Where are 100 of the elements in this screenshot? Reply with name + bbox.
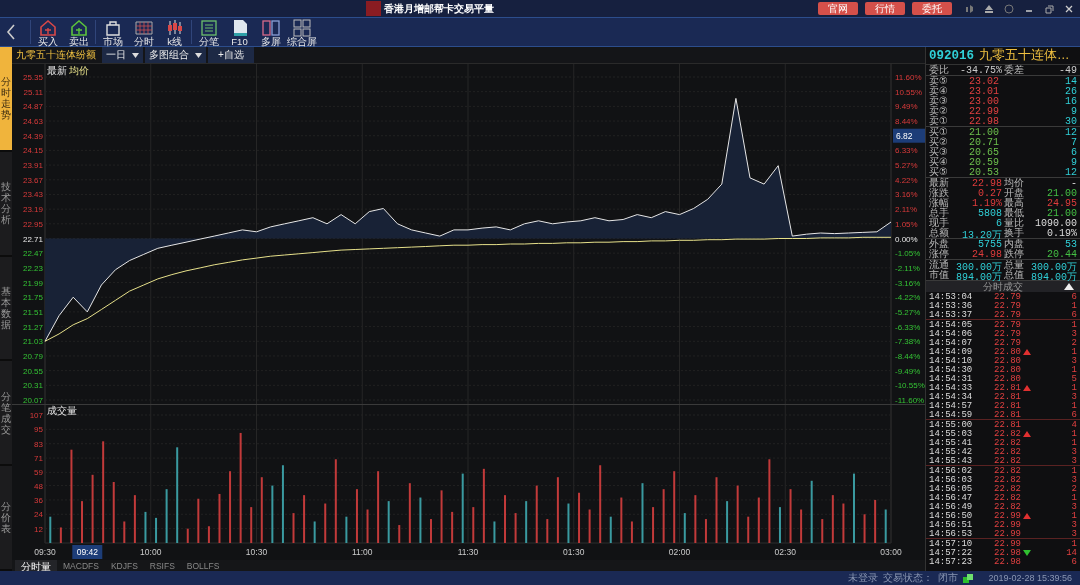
title-button[interactable]: 官网	[818, 2, 858, 15]
field-value: 0.19%	[1046, 228, 1077, 240]
caret-icon	[195, 52, 202, 58]
field-value: 1.19%	[971, 198, 1002, 209]
trade-price: 22.79	[993, 292, 1021, 302]
indicator-tab[interactable]: MACDFS	[57, 560, 105, 572]
datetime: 2019-02-28 15:39:56	[988, 573, 1072, 583]
trade-volume: 1	[1070, 429, 1077, 439]
indicator-tab[interactable]: KDJFS	[104, 560, 144, 572]
trade-time: 14:54:57	[929, 401, 974, 411]
volume-bar	[641, 483, 644, 543]
trade-time: 14:56:49	[929, 502, 974, 512]
toolbar-button[interactable]: 买入	[32, 17, 63, 47]
field-label: 涨幅	[929, 198, 950, 208]
volume-bar	[207, 526, 210, 543]
ask-price: 23.00	[968, 96, 999, 107]
trade-time: 14:53:37	[929, 310, 974, 320]
volume-axis-label: 36	[34, 495, 43, 505]
toolbar-button[interactable]: F10	[224, 17, 255, 47]
toolbar-button[interactable]: 综合屏	[286, 17, 317, 47]
indicator-tab[interactable]: 分时量	[15, 560, 57, 572]
price-axis-label: 20.79	[22, 351, 43, 361]
price-axis-label: 20.07	[22, 396, 43, 404]
percent-axis-label: -9.49%	[895, 366, 921, 376]
up-triangle-icon	[1023, 349, 1031, 355]
back-icon[interactable]	[5, 23, 17, 41]
price-axis-label: 24.15	[22, 146, 43, 156]
field-value: 21.00	[1046, 188, 1077, 199]
order-level-label: 卖③	[929, 96, 949, 106]
indicator-tab[interactable]: RSIFS	[143, 560, 181, 572]
scroll-up-icon[interactable]	[1064, 283, 1074, 290]
volume-bar	[419, 497, 422, 543]
volume-bar	[831, 495, 834, 543]
volume-bar	[525, 501, 528, 543]
title-button[interactable]: 委托	[912, 2, 952, 15]
login-status: 未登录	[848, 571, 879, 585]
trade-time: 14:55:03	[929, 429, 974, 439]
order-volume: 12	[1064, 167, 1077, 178]
connection-icon	[963, 573, 974, 583]
eject-icon[interactable]	[984, 3, 994, 14]
legend-label: 最新	[47, 65, 67, 76]
toolbar-button[interactable]: 分笔	[193, 17, 224, 47]
trade-volume: 3	[1070, 456, 1077, 466]
field-label: 委比	[929, 65, 950, 75]
ask-price: 23.01	[968, 86, 999, 97]
toolbar-button[interactable]: k线	[159, 17, 190, 47]
bid-price: 21.00	[968, 127, 999, 138]
trade-price: 22.81	[993, 392, 1021, 402]
window-title: 香港月增邮帮卡交易平量	[384, 1, 494, 16]
dropdown[interactable]: 一日	[102, 47, 143, 63]
side-tab[interactable]: 分时走势	[0, 47, 12, 152]
chart-title: 成交量	[47, 405, 77, 416]
percent-axis-label: -3.16%	[895, 278, 921, 288]
field-value: 5755	[977, 239, 1002, 250]
volume-bar	[514, 513, 517, 543]
percent-axis-label: -1.05%	[895, 249, 921, 259]
indicator-tab[interactable]: BOLLFS	[180, 560, 226, 572]
trade-time: 14:54:30	[929, 365, 974, 375]
volume-bar	[800, 509, 803, 543]
trade-time: 14:54:05	[929, 320, 974, 330]
field-label: 量比	[1004, 218, 1025, 228]
toolbar-button[interactable]: 多屏	[255, 17, 286, 47]
volume-bar	[821, 519, 824, 543]
restore-icon[interactable]	[1044, 3, 1054, 14]
title-button[interactable]: 行情	[865, 2, 905, 15]
toolbar-button[interactable]: 市场	[97, 17, 128, 47]
trade-price: 22.99	[993, 539, 1021, 549]
volume-bar	[155, 517, 158, 543]
bid-price: 20.53	[968, 167, 999, 178]
add-favorite-button[interactable]: +自选	[208, 47, 254, 63]
toolbar-button[interactable]: 卖出	[63, 17, 94, 47]
up-triangle-icon	[1023, 385, 1031, 391]
trade-price: 22.79	[993, 338, 1021, 348]
trade-price: 22.81	[993, 383, 1021, 393]
trade-volume: 1	[1070, 320, 1077, 330]
volume-bar	[863, 514, 866, 543]
speaker-icon[interactable]	[964, 3, 974, 14]
volume-bar	[123, 521, 126, 543]
house-icon	[68, 17, 89, 37]
trade-time: 14:56:03	[929, 475, 974, 485]
trade-volume: 14	[1065, 548, 1077, 558]
field-value: 894.00万	[1030, 271, 1077, 284]
volume-bar	[355, 489, 358, 543]
percent-axis-label: -7.38%	[895, 337, 921, 347]
toolbar-button[interactable]: 分时	[128, 17, 159, 47]
volume-bar	[366, 509, 369, 543]
trade-volume: 1	[1070, 301, 1077, 311]
price-axis-label: 25.11	[23, 87, 43, 97]
trade-volume: 1	[1070, 539, 1077, 549]
volume-bar	[673, 471, 676, 543]
volume-bar	[535, 485, 538, 543]
trade-volume: 3	[1070, 392, 1077, 402]
time-axis-label: 11:00	[351, 547, 373, 557]
order-volume: 12	[1064, 127, 1077, 138]
percent-axis-label: -6.33%	[895, 322, 921, 332]
trade-volume: 1	[1070, 511, 1077, 521]
help-icon[interactable]	[1004, 3, 1014, 14]
dropdown[interactable]: 多图组合	[145, 47, 206, 63]
close-icon[interactable]	[1064, 3, 1074, 14]
trade-time: 14:55:41	[929, 438, 974, 448]
